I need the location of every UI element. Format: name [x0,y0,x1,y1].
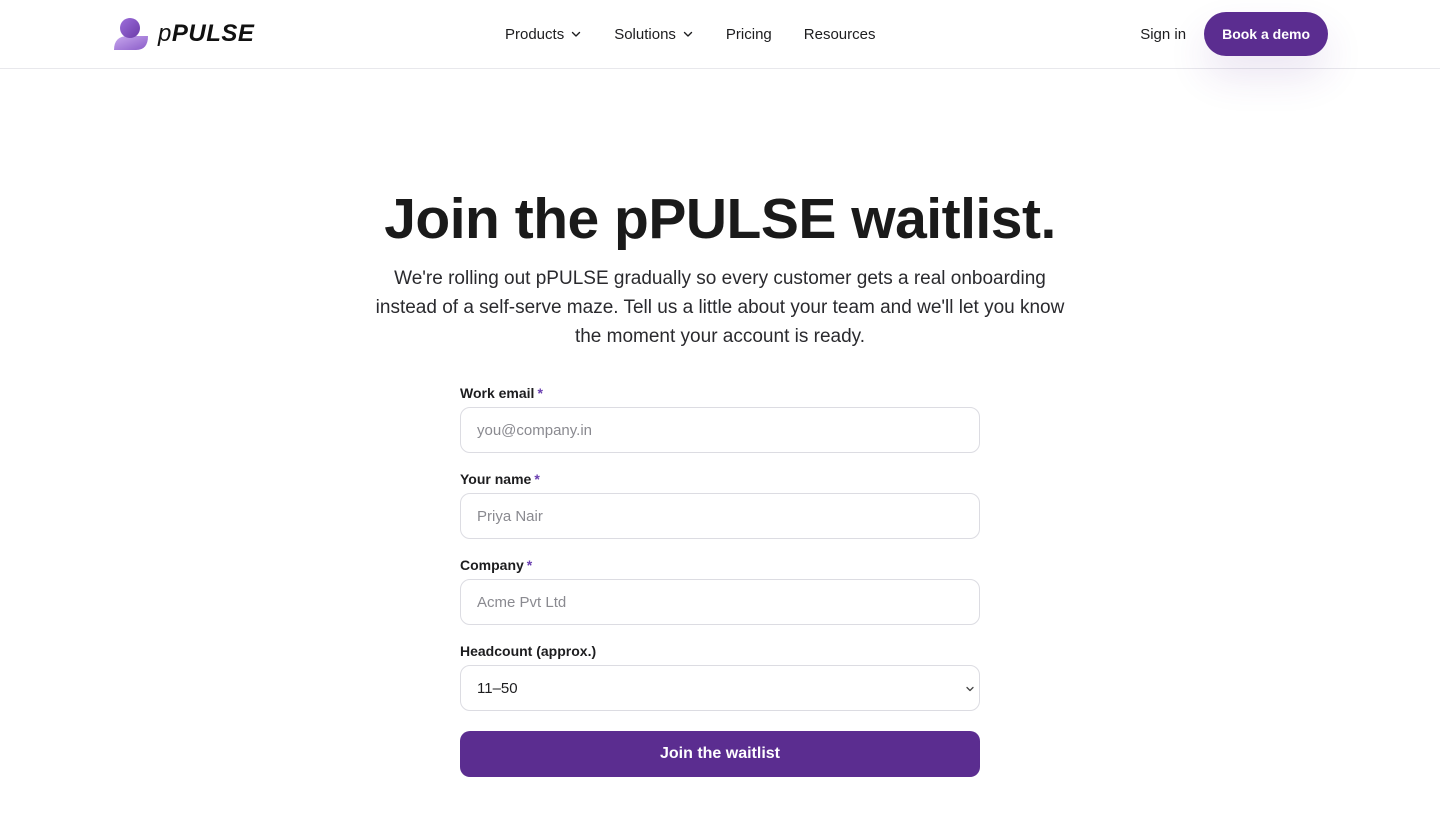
required-marker: * [537,385,543,401]
header-actions: Sign in Book a demo [1140,12,1328,56]
headcount-selected-value: 11–50 [477,679,518,697]
nav-item-products[interactable]: Products [505,26,582,43]
name-label: Your name * [460,471,540,487]
chevron-down-icon [964,682,976,699]
nav-item-pricing[interactable]: Pricing [726,26,772,43]
sign-in-link[interactable]: Sign in [1140,26,1186,43]
required-marker: * [526,557,533,573]
book-demo-button[interactable]: Book a demo [1204,12,1328,56]
headcount-select[interactable]: 11–50 [460,665,980,711]
nav-item-label: Solutions [614,25,676,43]
company-field[interactable] [460,579,980,625]
logo-mark-icon [114,18,148,50]
site-header: pPULSE Products Solutions Pricing Resour… [0,0,1440,69]
main-nav: Products Solutions Pricing Resources [505,0,907,68]
brand-logo[interactable]: pPULSE [112,16,254,52]
chevron-down-icon [570,28,582,40]
email-label: Work email * [460,385,543,401]
chevron-down-icon [682,28,694,40]
page-subtitle: We're rolling out pPULSE gradually so ev… [375,268,1065,347]
required-marker: * [534,471,540,487]
name-field[interactable] [460,493,980,539]
nav-item-solutions[interactable]: Solutions [614,26,694,43]
page-title: Join the pPULSE waitlist. [384,187,1056,251]
nav-item-label: Resources [803,25,876,43]
headcount-select-wrapper: 11–50 [460,665,980,711]
join-waitlist-button[interactable]: Join the waitlist [460,731,980,777]
nav-item-resources[interactable]: Resources [804,26,876,43]
nav-item-label: Products [505,25,565,43]
headcount-label: Headcount (approx.) [460,643,597,659]
brand-name: pPULSE [158,20,255,47]
email-field[interactable] [460,407,980,453]
company-label: Company * [460,557,533,573]
waitlist-form: Work email* Your name* Company* Headcoun… [460,384,980,777]
nav-item-label: Pricing [725,25,772,43]
